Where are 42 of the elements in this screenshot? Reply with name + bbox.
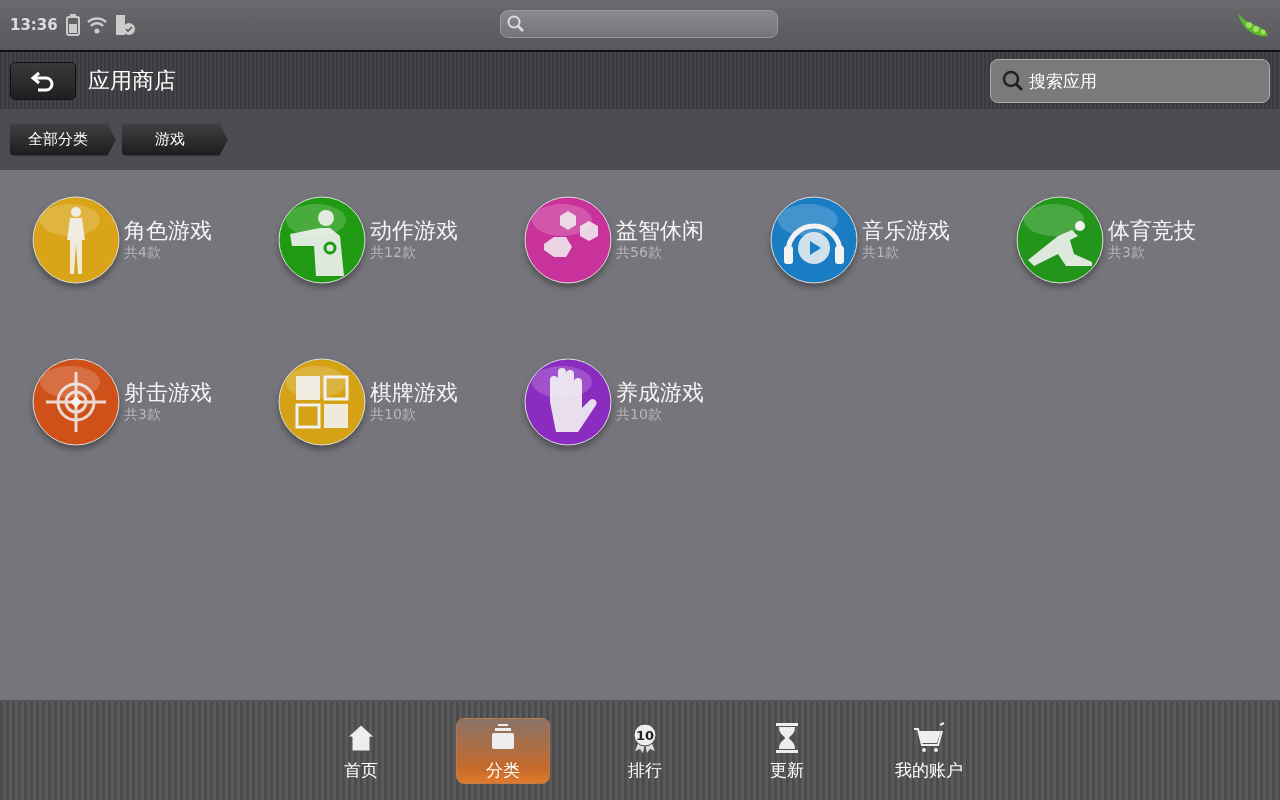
category-icon[interactable] [1016,196,1104,284]
storage-check-icon [113,14,136,36]
category-icon[interactable] [278,196,366,284]
breadcrumb[interactable]: 游戏 [122,123,228,156]
breadcrumb[interactable]: 全部分类 [10,123,116,156]
app-count: 共1款 [862,244,900,263]
back-button[interactable] [10,61,76,100]
battery-icon [65,14,80,36]
cart-icon [912,720,946,755]
nav-tab[interactable]: 我的账户 [882,718,976,784]
category-icon[interactable] [32,358,120,446]
app-count: 共4款 [124,244,162,263]
wifi-icon [85,16,108,34]
category-name[interactable]: 射击游戏 [124,379,212,407]
category-icon[interactable] [524,196,612,284]
category-name[interactable]: 角色游戏 [124,217,212,245]
category-icon[interactable] [770,196,858,284]
clock: 13:36 [10,16,58,34]
app-count: 共3款 [124,406,162,425]
app-count: 共12款 [370,244,417,263]
nav-tab[interactable]: 更新 [740,718,834,784]
app-count: 共10款 [616,406,663,425]
category-name[interactable]: 音乐游戏 [862,217,950,245]
nav-tab[interactable]: 分类 [456,718,550,784]
app-count: 共3款 [1108,244,1146,263]
category-name[interactable]: 体育竞技 [1108,217,1196,245]
category-name[interactable]: 动作游戏 [370,217,458,245]
back-arrow-icon [30,69,56,92]
search-field[interactable]: 搜索应用 [990,58,1270,103]
category-icon[interactable] [32,196,120,284]
category-name[interactable]: 养成游戏 [616,379,704,407]
category-icon[interactable] [278,358,366,446]
category-name[interactable]: 棋牌游戏 [370,379,458,407]
page-title: 应用商店 [88,66,176,95]
search-icon [507,15,525,33]
category-name[interactable]: 益智休闲 [616,217,704,245]
app-count: 共10款 [370,406,417,425]
app-count: 共56款 [616,244,663,263]
category-icon[interactable] [524,358,612,446]
nav-tab[interactable]: 首页 [314,718,408,784]
search-field[interactable] [500,10,778,38]
nav-tab[interactable]: 10 排行 [598,718,692,784]
